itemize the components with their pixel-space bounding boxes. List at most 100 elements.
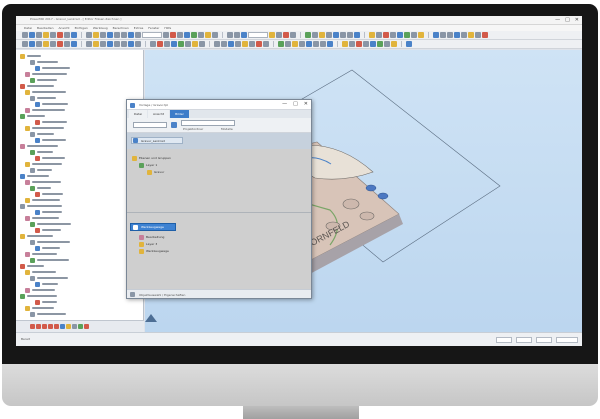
tree-item[interactable]: Layer 3 — [139, 241, 157, 247]
status-field[interactable] — [536, 337, 552, 343]
toolbar-icon[interactable] — [292, 41, 298, 47]
toolbar-icon[interactable] — [29, 32, 35, 38]
toolbar-icon[interactable] — [320, 41, 326, 47]
toolbar-icon[interactable] — [305, 32, 311, 38]
status-field[interactable] — [516, 337, 532, 343]
toolbar-icon[interactable] — [312, 32, 318, 38]
toolbar-icon[interactable] — [468, 32, 474, 38]
toolbar-icon[interactable] — [347, 32, 353, 38]
toolbar-icon[interactable] — [212, 32, 218, 38]
toolbar-icon[interactable] — [86, 41, 92, 47]
toolbar-icon[interactable] — [135, 32, 141, 38]
toolbar-icon[interactable] — [50, 41, 56, 47]
toolbar-icon[interactable] — [384, 41, 390, 47]
toolbar-icon[interactable] — [269, 32, 275, 38]
toolbar-icon[interactable] — [93, 41, 99, 47]
toolbar-icon[interactable] — [198, 32, 204, 38]
toolbar-icon[interactable] — [283, 32, 289, 38]
tree-item[interactable]: Ebenen und Gruppen — [132, 155, 171, 161]
toolbar-icon[interactable] — [383, 32, 389, 38]
toolbar-icon[interactable] — [71, 32, 77, 38]
toolbar-icon[interactable] — [163, 32, 169, 38]
toolbar-icon[interactable] — [86, 32, 92, 38]
toolbar-icon[interactable] — [64, 32, 70, 38]
status-field[interactable] — [496, 337, 512, 343]
toolbar-icon[interactable] — [482, 32, 488, 38]
explorer-tree[interactable] — [16, 50, 144, 320]
status-field[interactable] — [556, 337, 578, 343]
explorer-tool-icon[interactable] — [84, 324, 89, 329]
toolbar-icon[interactable] — [356, 41, 362, 47]
toolbar-icon[interactable] — [57, 41, 63, 47]
toolbar-icon[interactable] — [135, 41, 141, 47]
tree-item[interactable] — [30, 311, 66, 317]
toolbar-icon[interactable] — [376, 32, 382, 38]
toolbar-icon[interactable] — [71, 41, 77, 47]
folder-icon[interactable] — [171, 122, 177, 128]
toolbar-icon[interactable] — [128, 41, 134, 47]
toolbar-icon[interactable] — [461, 32, 467, 38]
toolbar-icon[interactable] — [228, 41, 234, 47]
minimize-icon[interactable]: — — [282, 101, 287, 108]
toolbar-icon[interactable] — [406, 41, 412, 47]
maximize-icon[interactable]: □ — [565, 17, 570, 23]
toolbar-icon[interactable] — [114, 32, 120, 38]
explorer-tool-icon[interactable] — [54, 324, 59, 329]
toolbar-icon[interactable] — [256, 41, 262, 47]
maximize-icon[interactable]: □ — [293, 101, 298, 108]
toolbar-icon[interactable] — [390, 32, 396, 38]
explorer-tool-icon[interactable] — [60, 324, 65, 329]
toolbar-icon[interactable] — [241, 32, 247, 38]
toolbar-icon[interactable] — [214, 41, 220, 47]
toolbar-icon[interactable] — [100, 32, 106, 38]
explorer-tool-icon[interactable] — [48, 324, 53, 329]
toolbar-icon[interactable] — [22, 41, 28, 47]
explorer-tool-icon[interactable] — [42, 324, 47, 329]
toolbar-icon[interactable] — [242, 41, 248, 47]
toolbar-icon[interactable] — [276, 32, 282, 38]
toolbar-icon[interactable] — [370, 41, 376, 47]
toolbar-icon[interactable] — [192, 41, 198, 47]
toolbar-icon[interactable] — [235, 41, 241, 47]
toolbar-icon[interactable] — [29, 41, 35, 47]
toolbar-icon[interactable] — [342, 41, 348, 47]
toolbar-icon[interactable] — [377, 41, 383, 47]
toolbar-icon[interactable] — [121, 32, 127, 38]
toolbar-icon[interactable] — [326, 32, 332, 38]
toolbar-icon[interactable] — [391, 41, 397, 47]
toolbar-icon[interactable] — [263, 41, 269, 47]
toolbar-icon[interactable] — [121, 41, 127, 47]
toolbar-icon[interactable] — [36, 41, 42, 47]
explorer-tool-icon[interactable] — [30, 324, 35, 329]
toolbar-icon[interactable] — [234, 32, 240, 38]
explorer-tool-icon[interactable] — [36, 324, 41, 329]
toolbar-icon[interactable] — [164, 41, 170, 47]
toolbar-icon[interactable] — [57, 32, 63, 38]
tree-item[interactable]: Layer 1 — [139, 162, 157, 168]
toolbar-icon[interactable] — [327, 41, 333, 47]
toolbar-icon[interactable] — [114, 41, 120, 47]
tab-view[interactable]: Ansicht — [148, 110, 170, 118]
toolbar-icon[interactable] — [363, 41, 369, 47]
toolbar-icon[interactable] — [440, 32, 446, 38]
toolbar-icon[interactable] — [319, 32, 325, 38]
toolbar-combo[interactable] — [142, 32, 162, 38]
toolbar-icon[interactable] — [157, 41, 163, 47]
toolbar-icon[interactable] — [354, 32, 360, 38]
toolbar-icon[interactable] — [107, 32, 113, 38]
toolbar-icon[interactable] — [178, 41, 184, 47]
tree-item[interactable]: Gravur — [147, 169, 164, 175]
toolbar-icon[interactable] — [418, 32, 424, 38]
minimize-icon[interactable]: — — [555, 17, 560, 23]
toolbar-icon[interactable] — [64, 41, 70, 47]
toolbar-icon[interactable] — [177, 32, 183, 38]
tree-item[interactable]: Werkzeugwege — [139, 248, 169, 254]
toolbar-icon[interactable] — [333, 32, 339, 38]
toolbar-icon[interactable] — [50, 32, 56, 38]
toolbar-icon[interactable] — [290, 32, 296, 38]
toolbar-icon[interactable] — [299, 41, 305, 47]
toolbar-icon[interactable] — [447, 32, 453, 38]
template-dialog[interactable]: Vorlage / Gravur.tpl — □ ✕ Datei Ansicht… — [126, 99, 312, 299]
toolbar-icon[interactable] — [184, 32, 190, 38]
toolbar-icon[interactable] — [249, 41, 255, 47]
